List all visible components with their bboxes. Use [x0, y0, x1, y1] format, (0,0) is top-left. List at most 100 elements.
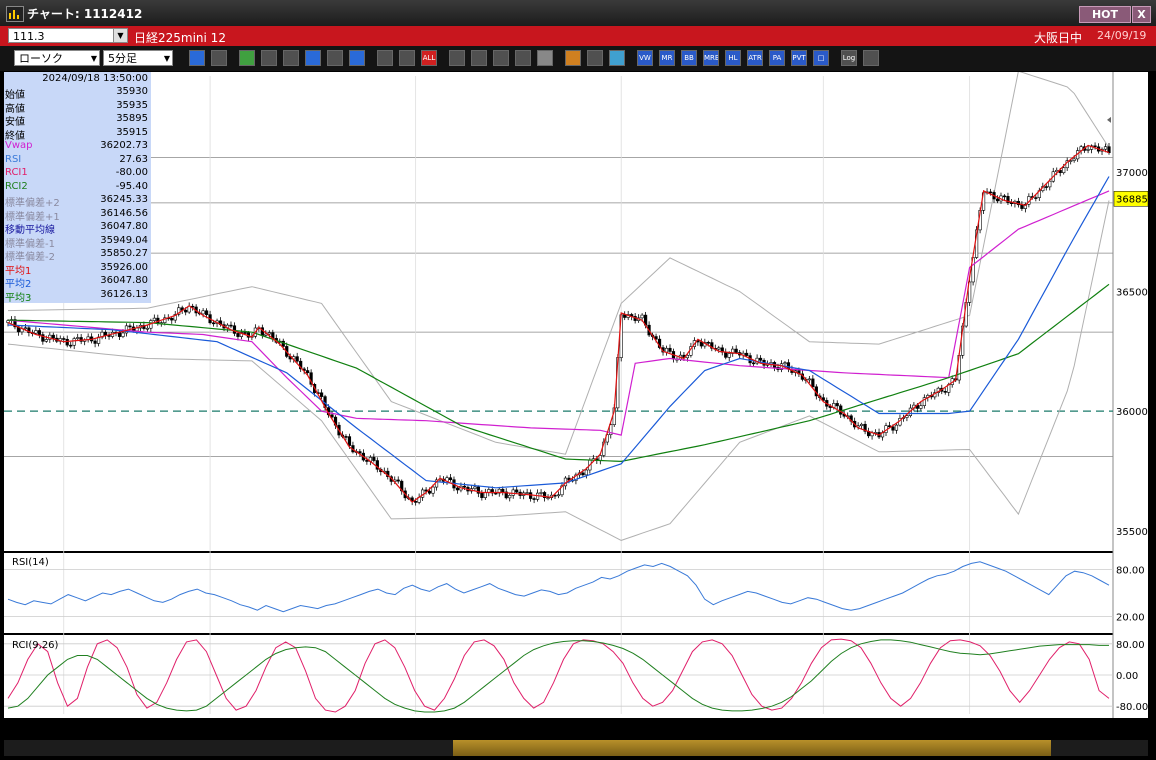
arrows-icon[interactable]	[515, 50, 531, 66]
info-label: 平均3	[5, 292, 32, 304]
symbol-code-select[interactable]: 111.3 ▼	[8, 28, 128, 43]
candle-body	[93, 340, 97, 344]
link-icon[interactable]	[261, 50, 277, 66]
arrow-icon[interactable]	[305, 50, 321, 66]
candle-body	[121, 332, 125, 337]
info-row: 標準偏差+1 36146.56	[4, 207, 151, 223]
mr-icon[interactable]: MR	[659, 50, 675, 66]
chevron-down-icon: ▼	[163, 54, 170, 63]
info-value: 35935	[116, 99, 148, 111]
candle-body	[211, 322, 216, 325]
candle-delete-icon[interactable]	[399, 50, 415, 66]
atr-icon[interactable]: ATR	[747, 50, 763, 66]
candle-body	[525, 492, 529, 494]
market-name: 大阪日中	[1034, 31, 1083, 45]
bb-icon[interactable]: BB	[681, 50, 697, 66]
candle-body	[508, 494, 512, 499]
info-value: 35926.00	[100, 261, 148, 273]
window-icon[interactable]	[863, 50, 879, 66]
candle-body	[204, 310, 209, 315]
candle-body	[501, 488, 505, 493]
zoom-icon[interactable]	[189, 50, 205, 66]
hot-button[interactable]: HOT	[1079, 6, 1131, 23]
hl-icon[interactable]: HL	[725, 50, 741, 66]
candle-body	[201, 310, 205, 315]
chart-canvas[interactable]: 37000 36500 36000 35500 36885 80.00 20.00 80.00…	[4, 72, 1148, 718]
time-label: 18/8:45	[567, 722, 610, 733]
rci-tick-label: -80.00	[1116, 702, 1148, 713]
vwap-icon[interactable]: VW	[637, 50, 653, 66]
candle-body	[919, 405, 923, 409]
info-row: RSI 27.63	[4, 154, 151, 167]
candle-body	[483, 492, 487, 498]
candle-body	[581, 472, 585, 476]
candle-body	[724, 351, 728, 358]
horizontal-scrollbar[interactable]: |||	[4, 740, 1148, 756]
chevron-down-icon[interactable]: ▼	[113, 29, 127, 42]
price-tick-label: 35500	[1116, 527, 1148, 538]
interval-value: 5分足	[108, 52, 137, 65]
candle-body	[51, 334, 55, 339]
cursor-icon[interactable]	[283, 50, 299, 66]
chart-type-select[interactable]: ローソク ▼	[14, 50, 100, 66]
candle-body	[145, 327, 149, 330]
candle-body	[1062, 167, 1066, 174]
chart-area[interactable]: 37000 36500 36000 35500 36885 80.00 20.00 80.00…	[4, 72, 1148, 718]
candle-body	[236, 333, 240, 337]
chart-icon[interactable]	[493, 50, 509, 66]
price-tick-label: 36500	[1116, 287, 1148, 298]
candle-body	[229, 324, 233, 327]
symbol-code-value: 111.3	[13, 30, 45, 43]
candle-body	[515, 489, 519, 493]
candle-body	[6, 320, 10, 323]
info-row: 標準偏差-1 35949.04	[4, 235, 151, 250]
candle-body	[894, 424, 899, 431]
info-row: 安値 35895	[4, 113, 151, 128]
info-value: 36047.80	[100, 275, 148, 286]
info-datetime-row: 2024/09/18 13:50:00	[4, 73, 151, 86]
time-label: 12	[406, 722, 419, 733]
trash-icon[interactable]	[349, 50, 365, 66]
info-row: 平均3 36126.13	[4, 288, 151, 304]
chart-toolbar: ローソク ▼ 5分足 ▼ ALL VW MR BB MRE HL ATR PA PVT □ Log	[0, 46, 1156, 71]
candle-icon[interactable]	[377, 50, 393, 66]
info-icon[interactable]	[537, 50, 553, 66]
log-icon[interactable]: Log	[841, 50, 857, 66]
candle-body	[427, 490, 432, 494]
wrench-icon[interactable]	[587, 50, 603, 66]
candle-body	[706, 341, 710, 344]
info-value: 36202.73	[100, 140, 148, 151]
candle-body	[170, 317, 174, 321]
candle-body	[623, 314, 627, 318]
mre-icon[interactable]: MRE	[703, 50, 719, 66]
info-row: 平均1 35926.00	[4, 261, 151, 277]
gear-icon[interactable]	[565, 50, 581, 66]
time-label: 17/8:45	[214, 722, 257, 733]
candle-body	[745, 352, 749, 356]
document-icon[interactable]	[327, 50, 343, 66]
interval-select[interactable]: 5分足 ▼	[103, 50, 173, 66]
pencil-icon[interactable]	[239, 50, 255, 66]
candle-body	[306, 370, 310, 374]
time-label: 19/8:45	[921, 722, 964, 733]
crosshair-icon[interactable]	[211, 50, 227, 66]
box-icon[interactable]: □	[813, 50, 829, 66]
info-row: 始値 35930	[4, 86, 151, 101]
candle-body	[584, 469, 588, 476]
price-pane	[4, 76, 1113, 550]
parabolic-icon[interactable]: PA	[769, 50, 785, 66]
all-icon[interactable]: ALL	[421, 50, 437, 66]
close-button[interactable]: X	[1132, 6, 1151, 23]
magnifier-icon[interactable]	[471, 50, 487, 66]
vote-icon[interactable]	[449, 50, 465, 66]
info-value: 36047.80	[100, 221, 148, 232]
info-value: 36126.13	[100, 288, 148, 300]
info-value: 36146.56	[100, 207, 148, 219]
info-value: 35895	[116, 113, 148, 124]
candle-body	[372, 457, 376, 461]
palette-icon[interactable]	[609, 50, 625, 66]
candle-body	[473, 486, 477, 489]
scroll-thumb[interactable]: |||	[453, 740, 1051, 756]
pivot-icon[interactable]: PVT	[791, 50, 807, 66]
candle-body	[511, 489, 515, 496]
